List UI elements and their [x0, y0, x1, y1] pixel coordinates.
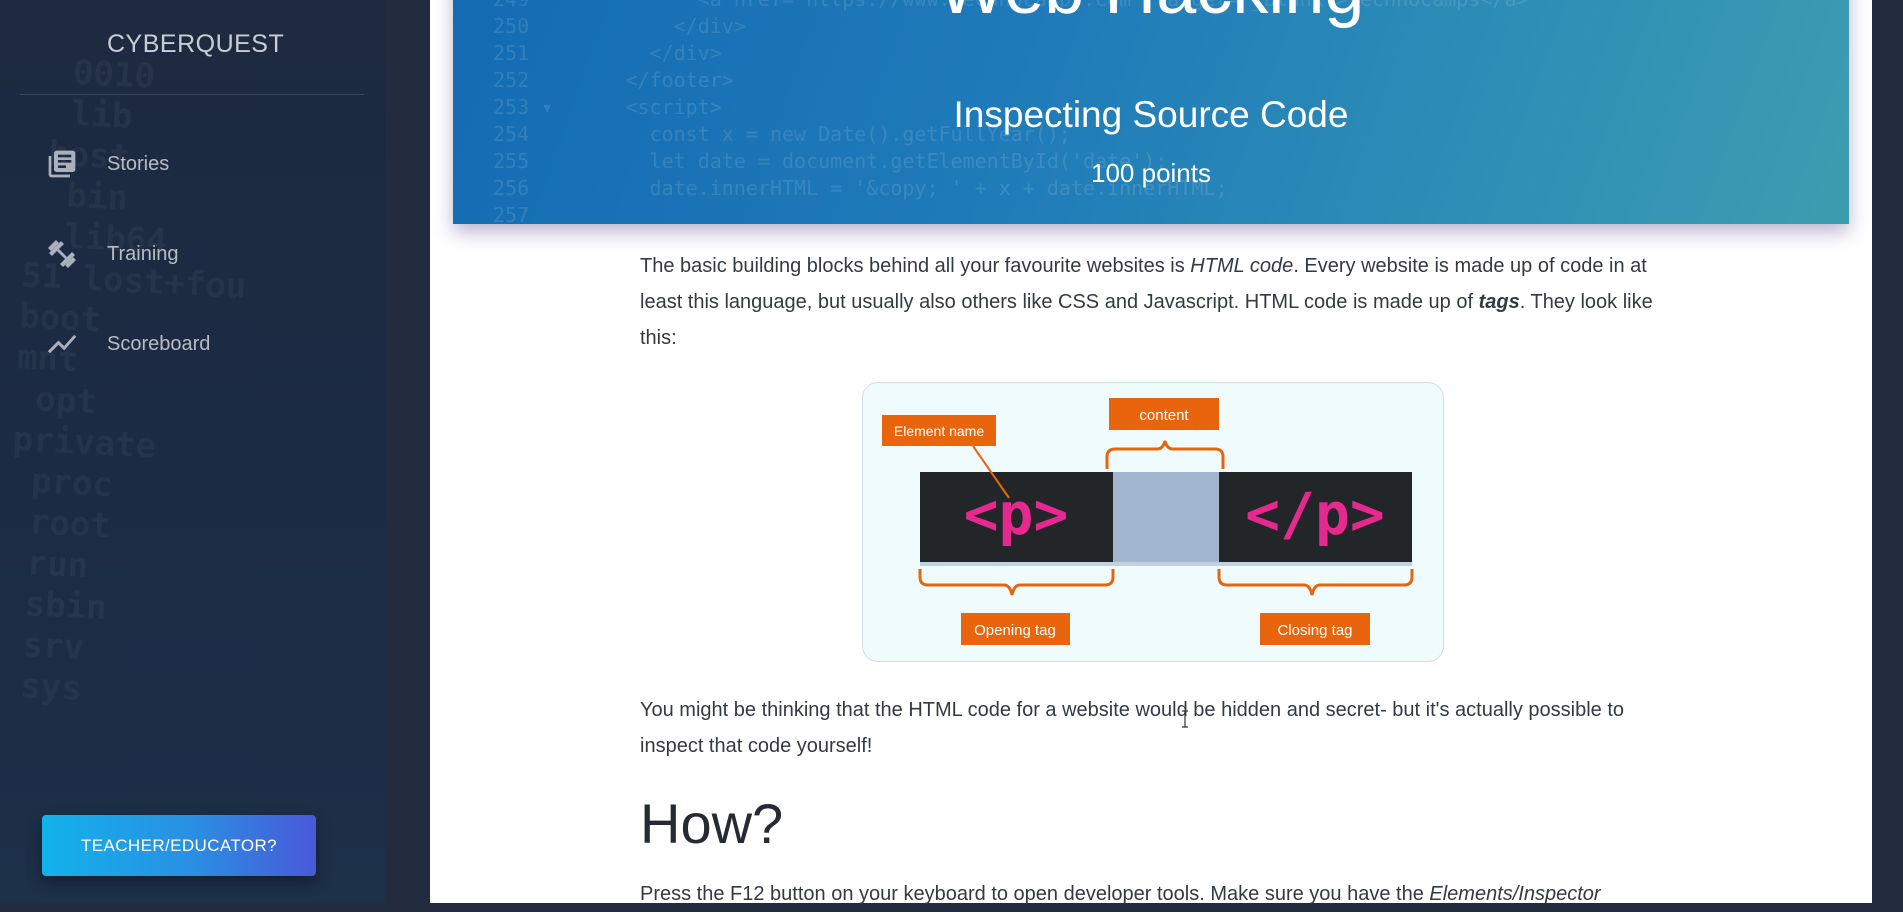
element-name-label: Element name	[894, 423, 984, 439]
text-span: Press the F12 button on your keyboard to…	[640, 883, 1430, 905]
points-badge: 100 points	[1091, 158, 1211, 188]
sidebar-divider	[20, 94, 364, 95]
section-heading-how: How?	[640, 792, 784, 855]
sidebar-item-label: Scoreboard	[107, 332, 211, 355]
sidebar-item-label: Training	[107, 242, 179, 265]
main-content: 249 <a href="https://www.technocamps.com…	[430, 0, 1872, 905]
dumbbell-icon	[45, 237, 79, 271]
html-tag-diagram: <p> </p> content Element name Opening ta…	[862, 382, 1444, 662]
emphasis-text: Elements/Inspector	[1429, 883, 1601, 905]
trend-line-icon	[45, 327, 79, 361]
sidebar-item-training[interactable]: Training	[45, 232, 365, 276]
content-label: content	[1139, 407, 1189, 424]
open-tag-text: <p>	[964, 480, 1069, 548]
sidebar-item-scoreboard[interactable]: Scoreboard	[45, 322, 365, 366]
teacher-educator-button[interactable]: TEACHER/EDUCATOR?	[42, 815, 316, 876]
emphasis-text: tags	[1478, 291, 1520, 313]
sidebar-item-stories[interactable]: Stories	[45, 142, 365, 186]
brand-logo[interactable]: CYBERQUEST	[107, 30, 284, 59]
page-title: Web Hacking	[453, 0, 1849, 30]
sidebar: 0010 lib host bin lib64 51 lost+fou boot…	[0, 0, 385, 903]
book-stack-icon	[45, 147, 79, 181]
sidebar-item-label: Stories	[107, 152, 170, 175]
intro-paragraph: The basic building blocks behind all you…	[640, 248, 1666, 356]
closing-tag-label: Closing tag	[1277, 622, 1352, 639]
content-block	[1113, 472, 1219, 562]
challenge-subtitle: Inspecting Source Code	[953, 94, 1349, 135]
challenge-hero-banner: 249 <a href="https://www.technocamps.com…	[453, 0, 1849, 224]
emphasis-text: HTML code	[1190, 255, 1294, 277]
inspect-paragraph: You might be thinking that the HTML code…	[640, 699, 1625, 757]
text-span: The basic building blocks behind all you…	[640, 255, 1191, 277]
challenge-article: The basic building blocks behind all you…	[640, 248, 1666, 912]
close-tag-text: </p>	[1245, 480, 1385, 548]
opening-tag-label: Opening tag	[974, 622, 1056, 639]
instructions-paragraph: Press the F12 button on your keyboard to…	[640, 876, 1666, 912]
